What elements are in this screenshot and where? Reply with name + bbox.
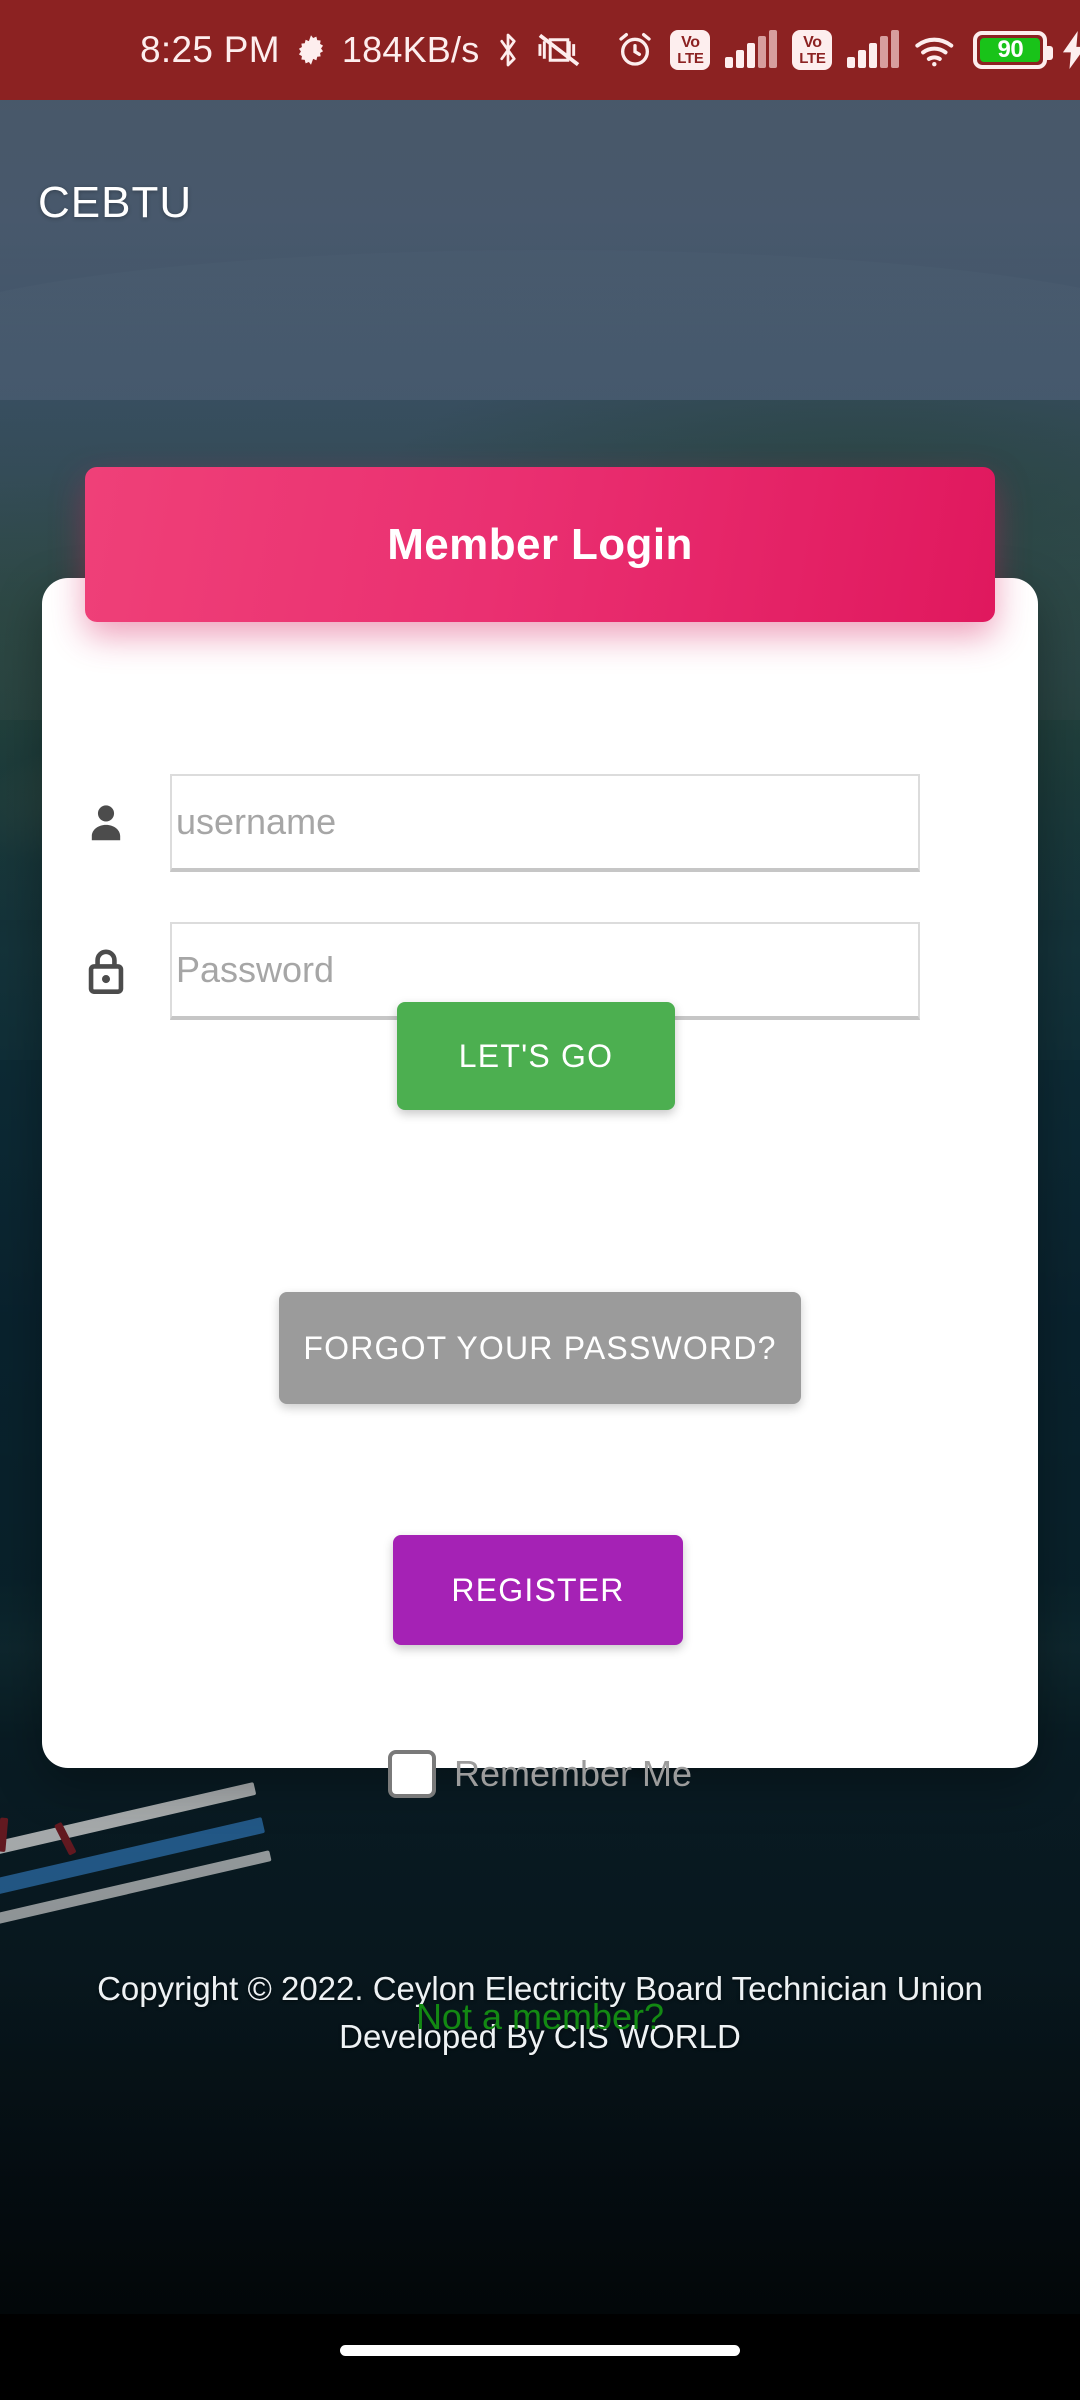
app-title: CEBTU <box>38 178 193 227</box>
remember-me-label: Remember Me <box>453 1753 693 1794</box>
login-screen: 8:25 PM 184KB/s Vo LTE Vo LTE 90 CEBTU u… <box>0 0 1080 2400</box>
status-bar-right: Vo LTE Vo LTE 90 <box>615 30 1080 70</box>
remember-me-checkbox[interactable] <box>387 1750 436 1798</box>
username-input[interactable]: username <box>170 774 920 872</box>
forgot-password-button[interactable]: FORGOT YOUR PASSWORD? <box>279 1292 801 1404</box>
password-placeholder: Password <box>176 949 335 990</box>
lets-go-button[interactable]: LET'S GO <box>397 1002 675 1110</box>
battery-percent: 90 <box>997 36 1024 63</box>
username-placeholder: username <box>176 801 337 842</box>
signal-bars-2 <box>847 30 900 68</box>
home-indicator[interactable] <box>340 2344 740 2356</box>
signal-bars-1 <box>725 30 778 68</box>
volte-icon-1: Vo LTE <box>670 30 711 70</box>
alarm-clock-icon <box>615 30 655 70</box>
gear-icon <box>294 33 328 67</box>
vibrate-off-icon <box>537 32 581 68</box>
member-login-banner: Member Login <box>85 467 995 622</box>
status-bar-left: 8:25 PM 184KB/s <box>140 29 581 71</box>
volte-icon-2: Vo LTE <box>792 30 833 70</box>
banner-title: Member Login <box>387 519 693 569</box>
remember-me-row[interactable]: Remember Me <box>42 1750 1038 1798</box>
wifi-icon <box>914 32 958 68</box>
network-speed: 184KB/s <box>341 29 480 70</box>
system-navigation-bar <box>0 2314 1080 2400</box>
person-icon <box>42 800 170 846</box>
status-bar: 8:25 PM 184KB/s Vo LTE Vo LTE 90 <box>0 0 1080 100</box>
register-button[interactable]: REGISTER <box>393 1535 683 1645</box>
bluetooth-icon <box>493 31 523 69</box>
not-a-member-link[interactable]: Not a member? <box>42 1996 1038 2038</box>
battery-indicator: 90 <box>973 31 1054 69</box>
charging-bolt-icon <box>1062 31 1080 69</box>
status-clock: 8:25 PM <box>140 29 280 70</box>
username-row: username <box>42 774 1038 872</box>
lock-icon <box>42 946 170 996</box>
